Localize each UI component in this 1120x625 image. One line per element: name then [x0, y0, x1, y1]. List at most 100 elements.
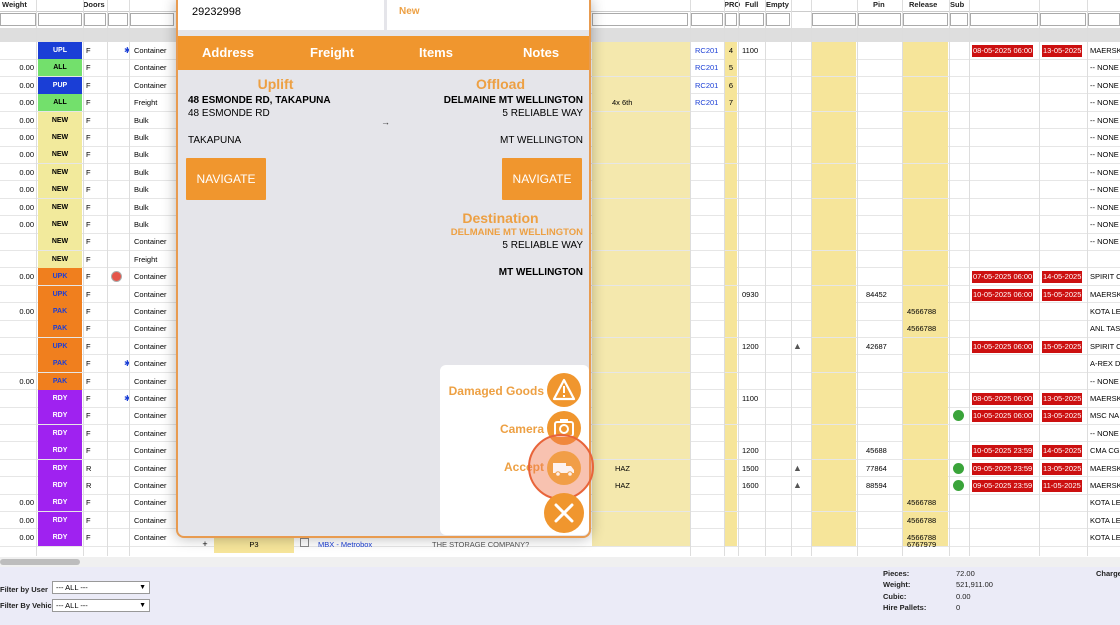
filter-vehicle-select[interactable]: --- ALL --- ▼: [52, 599, 150, 612]
rc-cell: RC201: [695, 63, 719, 73]
full-cell: [742, 303, 766, 320]
filter-user-select[interactable]: --- ALL --- ▼: [52, 581, 150, 594]
hire-pallets-value: 0: [956, 603, 961, 612]
filter-date2[interactable]: [1040, 13, 1086, 26]
date-start-cell: [972, 425, 1038, 442]
camera-label[interactable]: Camera: [442, 422, 544, 436]
damaged-goods-button[interactable]: [547, 373, 581, 407]
date-end-cell: [1042, 59, 1088, 76]
date-start-cell: [972, 164, 1038, 181]
tab-items[interactable]: Items: [419, 36, 453, 70]
rc-cell: [695, 425, 723, 442]
col-a-cell: [812, 94, 856, 112]
customer-cell: -- NONE: [1090, 376, 1119, 386]
rc-cell: [695, 373, 723, 390]
footer-panel: Filter by User --- ALL --- ▼ Filter By V…: [0, 567, 1120, 625]
accept-button[interactable]: [547, 451, 581, 485]
weight-cell: 0.00: [19, 185, 34, 195]
hire-pallets-label: Hire Pallets:: [883, 603, 927, 612]
release-cell: [903, 285, 948, 303]
col-doors-header[interactable]: Doors: [83, 0, 105, 9]
uplift-suburb: TAKAPUNA: [188, 135, 242, 146]
filter-type[interactable]: [130, 13, 174, 26]
column-divider: [969, 0, 970, 556]
expand-icon[interactable]: +: [196, 536, 214, 553]
col-a-cell: [812, 198, 856, 216]
hazard-icon: ▲: [793, 462, 802, 473]
charges-label: Charge: [1096, 569, 1120, 578]
cubic-label: Cubic:: [883, 592, 907, 601]
filter-pro[interactable]: [725, 13, 737, 26]
filter-status[interactable]: [38, 13, 82, 26]
haz-cell: [615, 494, 645, 511]
weight-cell: [0, 320, 34, 337]
filter-doors[interactable]: [84, 13, 106, 26]
col-a-cell: [812, 303, 856, 320]
job-type-cell: Container: [134, 394, 167, 403]
weight-cell: 0.00: [19, 220, 34, 229]
job-type-cell: Container: [134, 411, 167, 421]
customer-cell: MSC NA: [1090, 411, 1120, 421]
col-sub-header[interactable]: Sub: [950, 0, 964, 9]
row-checkbox[interactable]: [300, 538, 309, 547]
filter-rc[interactable]: [691, 13, 723, 26]
date-end-cell: 15-05-2025: [1042, 338, 1088, 355]
tab-address[interactable]: Address: [202, 36, 254, 70]
date-start-cell: [972, 373, 1038, 390]
partial-row[interactable]: + P3 MBX - Metrobox THE STORAGE COMPANY?…: [0, 536, 1120, 556]
haz-cell: [615, 425, 645, 442]
column-divider: [1039, 0, 1040, 556]
release-cell: [903, 181, 948, 199]
offload-navigate-button[interactable]: NAVIGATE: [502, 158, 582, 200]
filter-customer[interactable]: [1088, 13, 1120, 26]
pro-cell: [725, 250, 737, 268]
filter-flag[interactable]: [108, 13, 128, 26]
customer-cell: -- NONE: [1090, 80, 1119, 90]
haz-cell: [615, 199, 645, 216]
uplift-section: Uplift 48 ESMONDE RD, TAKAPUNA 48 ESMOND…: [188, 76, 363, 146]
tab-freight[interactable]: Freight: [310, 36, 354, 70]
offload-heading: Offload: [476, 76, 525, 92]
doors-cell: F: [86, 515, 91, 525]
weight-cell: [0, 338, 34, 355]
filter-reference[interactable]: [592, 13, 688, 26]
haz-cell: [615, 181, 645, 198]
col-release-header[interactable]: Release: [909, 0, 937, 9]
haz-cell: [615, 286, 645, 303]
close-button[interactable]: [544, 493, 584, 533]
filter-col-a[interactable]: [812, 13, 856, 26]
tab-notes[interactable]: Notes: [523, 36, 559, 70]
horizontal-scrollbar[interactable]: [0, 557, 1120, 567]
date-start-cell: 08-05-2025 06:00: [972, 42, 1038, 59]
job-status: New: [399, 6, 420, 17]
weight-cell: 0.00: [19, 202, 34, 212]
release-cell: [903, 59, 948, 77]
filter-release[interactable]: [903, 13, 948, 26]
filter-date1[interactable]: [970, 13, 1038, 26]
scrollbar-thumb[interactable]: [0, 559, 80, 565]
rc-cell: [695, 233, 723, 250]
filter-full[interactable]: [739, 13, 764, 26]
offload-suburb: MT WELLINGTON: [500, 135, 583, 146]
col-pin-header[interactable]: Pin: [873, 0, 885, 9]
col-full-header[interactable]: Full: [745, 0, 758, 9]
filter-pin[interactable]: [858, 13, 901, 26]
status-badge: UPK: [38, 337, 82, 355]
weight-cell: [0, 442, 34, 459]
pin-cell: [866, 407, 900, 424]
col-empty-header[interactable]: Empty: [766, 0, 789, 9]
filter-sub[interactable]: [950, 13, 968, 26]
release-cell: [903, 337, 948, 355]
uplift-navigate-button[interactable]: NAVIGATE: [186, 158, 266, 200]
haz-cell: [615, 355, 645, 372]
hazard-icon: ▲: [793, 480, 802, 490]
full-cell: [742, 251, 766, 268]
customer-cell: SPIRIT C: [1090, 272, 1120, 282]
col-weight-header[interactable]: Weight: [2, 0, 27, 9]
date-end-cell: [1042, 164, 1088, 181]
date-end-cell: 15-05-2025: [1042, 286, 1088, 303]
filter-empty[interactable]: [766, 13, 790, 26]
damaged-goods-label[interactable]: Damaged Goods: [442, 384, 544, 398]
haz-cell: [615, 233, 645, 250]
filter-weight[interactable]: [0, 13, 36, 26]
